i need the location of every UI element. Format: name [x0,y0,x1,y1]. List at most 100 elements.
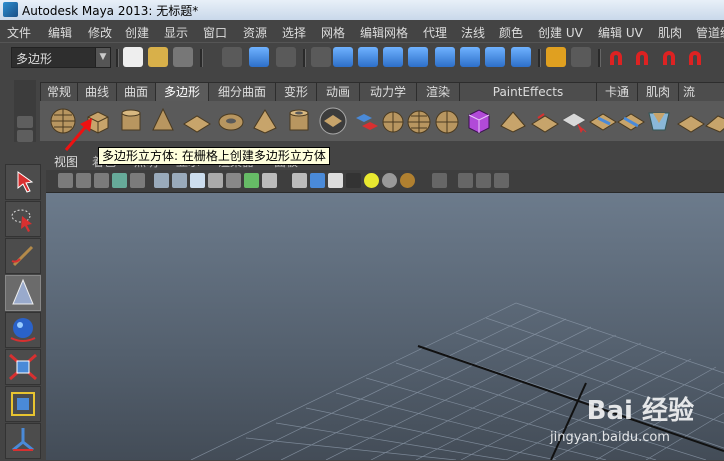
xray-components-icon[interactable] [494,173,509,188]
safe-action-icon[interactable] [244,173,259,188]
menu-item-edit-uvs[interactable]: 编辑 UV [598,24,643,41]
menu-item-display[interactable]: 显示 [164,24,188,41]
field-chart-icon[interactable] [226,173,241,188]
paint-select-tool[interactable] [5,238,41,274]
lasso-tool[interactable] [5,201,41,237]
save-scene-icon[interactable] [173,47,193,67]
menu-item-color[interactable]: 颜色 [499,24,523,41]
bevel-icon[interactable] [644,106,674,136]
poly-cylinder-icon[interactable] [116,106,146,136]
grid-toggle-icon[interactable] [154,173,169,188]
high-quality-icon[interactable] [400,173,415,188]
combine-icon[interactable] [318,106,348,136]
shelf-tab-fluids[interactable]: 流 [678,82,724,101]
select-misc-icon[interactable] [511,47,531,67]
scale-tool[interactable] [5,386,41,422]
menu-item-select[interactable]: 选择 [282,24,306,41]
shelf-tab-curves[interactable]: 曲线 [77,82,117,101]
menu-item-edit[interactable]: 编辑 [48,24,72,41]
extrude-icon[interactable] [498,106,528,136]
poly-pipe-icon[interactable] [284,106,314,136]
menu-item-mesh[interactable]: 网格 [321,24,345,41]
poly-cone-icon[interactable] [148,106,178,136]
poke-face-icon[interactable] [704,106,724,136]
shelf-tab-general[interactable]: 常规 [40,82,78,101]
wireframe-icon[interactable] [292,173,307,188]
move-tool[interactable] [5,312,41,348]
select-component-icon[interactable] [276,47,296,67]
menu-item-normals[interactable]: 法线 [461,24,485,41]
shelf-tab-polygons[interactable]: 多边形 [155,82,209,101]
poly-plane-icon[interactable] [182,106,212,136]
menu-item-muscle[interactable]: 肌肉 [658,24,682,41]
shelf-tab-deformation[interactable]: 变形 [275,82,317,101]
shelf-tab-menu-icon[interactable] [17,116,33,128]
poly-torus-icon[interactable] [216,106,246,136]
wedge-face-icon[interactable] [676,106,706,136]
lock-selection-icon[interactable] [546,47,566,67]
select-dynamics-icon[interactable] [460,47,480,67]
select-camera-icon[interactable] [58,173,73,188]
highlight-selection-icon[interactable] [571,47,591,67]
select-surfaces-icon[interactable] [408,47,428,67]
insert-edge-loop-icon[interactable] [616,106,646,136]
shelf-tab-subdiv[interactable]: 细分曲面 [208,82,276,101]
two-d-pan-icon[interactable] [130,173,145,188]
resolution-gate-icon[interactable] [190,173,205,188]
smooth-icon[interactable] [404,106,434,136]
shelf-tab-toon[interactable]: 卡通 [596,82,638,101]
shelf-tab-rendering[interactable]: 渲染 [416,82,460,101]
new-scene-icon[interactable] [123,47,143,67]
select-deformations-icon[interactable] [435,47,455,67]
menu-item-create[interactable]: 创建 [125,24,149,41]
mirror-geometry-icon[interactable] [464,106,494,136]
menu-item-file[interactable]: 文件 [7,24,31,41]
xray-icon[interactable] [458,173,473,188]
mask-menu-icon[interactable] [311,47,331,67]
poly-pyramid-icon[interactable] [250,106,280,136]
camera-attributes-icon[interactable] [76,173,91,188]
select-curves-icon[interactable] [383,47,403,67]
smooth-shade-icon[interactable] [310,173,325,188]
shelf-tab-dynamics[interactable]: 动力学 [359,82,417,101]
select-rendering-icon[interactable] [485,47,505,67]
gate-mask-icon[interactable] [208,173,223,188]
menu-item-edit-mesh[interactable]: 编辑网格 [360,24,408,41]
menu-item-modify[interactable]: 修改 [88,24,112,41]
shadows-icon[interactable] [382,173,397,188]
scale-poly-tool[interactable] [5,275,41,311]
safe-title-icon[interactable] [262,173,277,188]
select-tool[interactable] [5,164,41,200]
bookmark-icon[interactable] [94,173,109,188]
view-menu[interactable]: 视图 [54,153,78,170]
shelf-tab-animation[interactable]: 动画 [316,82,360,101]
image-plane-icon[interactable] [112,173,127,188]
shelf-tab-surfaces[interactable]: 曲面 [116,82,156,101]
menu-item-proxy[interactable]: 代理 [423,24,447,41]
split-polygon-icon[interactable] [588,106,618,136]
menu-item-assets[interactable]: 资源 [243,24,267,41]
manipulator-tool[interactable] [5,423,41,459]
shelf-editor-icon[interactable] [17,130,33,142]
select-handles-icon[interactable] [333,47,353,67]
append-polygon-icon[interactable] [560,106,590,136]
reduce-icon[interactable] [432,106,462,136]
textured-icon[interactable] [346,173,361,188]
wireframe-on-shaded-icon[interactable] [328,173,343,188]
rotate-tool[interactable] [5,349,41,385]
use-all-lights-icon[interactable] [364,173,379,188]
bridge-icon[interactable] [530,106,560,136]
select-hierarchy-icon[interactable] [222,47,242,67]
isolate-select-icon[interactable] [432,173,447,188]
film-gate-icon[interactable] [172,173,187,188]
shelf-tab-muscle[interactable]: 肌肉 [637,82,679,101]
xray-joints-icon[interactable] [476,173,491,188]
menu-item-window[interactable]: 窗口 [203,24,227,41]
open-scene-icon[interactable] [148,47,168,67]
menu-item-pipeline-cache[interactable]: 管道缓 [696,24,724,41]
select-object-icon[interactable] [249,47,269,67]
shelf-tab-painteffects[interactable]: PaintEffects [459,82,597,101]
menu-set-selector[interactable]: 多边形 ▼ [11,47,111,68]
select-joints-icon[interactable] [358,47,378,67]
menu-item-create-uvs[interactable]: 创建 UV [538,24,583,41]
